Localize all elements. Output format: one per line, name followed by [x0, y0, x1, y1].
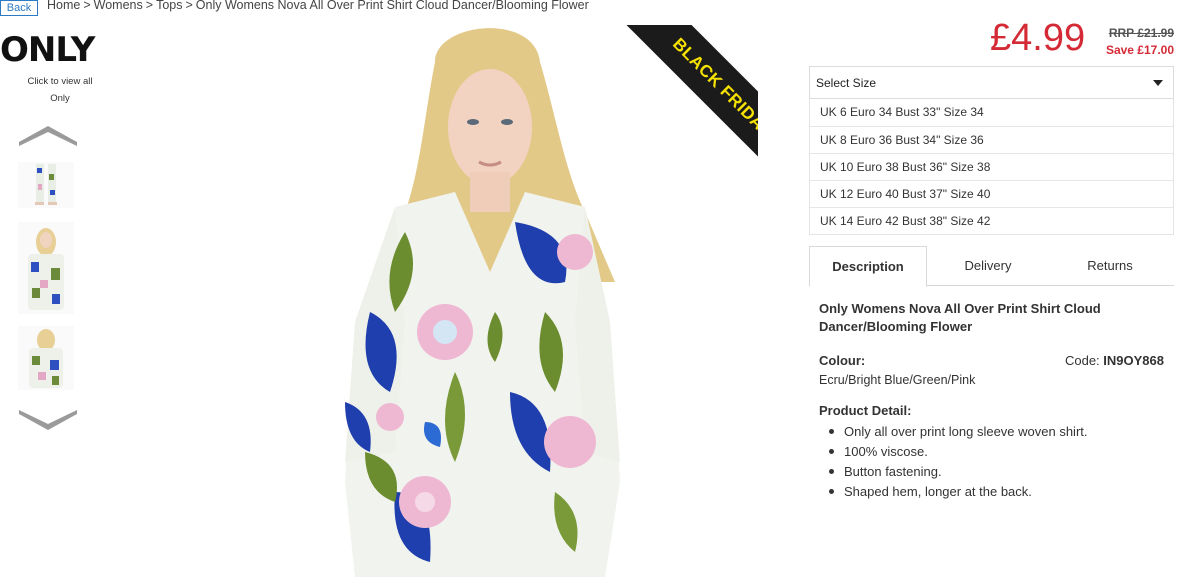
tab-delivery[interactable]: Delivery: [927, 246, 1049, 286]
list-item: Shaped hem, longer at the back.: [827, 482, 1088, 502]
thumbnail-up-arrow-icon[interactable]: [19, 124, 77, 146]
tab-description[interactable]: Description: [809, 246, 927, 287]
breadcrumb-womens[interactable]: Womens: [94, 0, 143, 12]
size-select-label: Select Size: [816, 76, 877, 90]
brand-caption[interactable]: Click to view all Only: [0, 73, 120, 107]
black-friday-ribbon: BLACK FRIDAY: [624, 25, 758, 181]
rrp-price: RRP £21.99: [1108, 26, 1174, 40]
thumbnail-3[interactable]: [18, 326, 74, 390]
product-code-label: Code:: [1064, 353, 1100, 368]
size-option-uk8[interactable]: UK 8 Euro 36 Bust 34" Size 36: [810, 126, 1173, 153]
breadcrumb-separator: >: [145, 0, 154, 12]
product-detail-label: Product Detail:: [819, 403, 912, 418]
colour-value: Ecru/Bright Blue/Green/Pink: [819, 373, 976, 387]
save-amount: Save £17.00: [1105, 43, 1174, 57]
breadcrumb-tops[interactable]: Tops: [156, 0, 182, 12]
breadcrumb-separator: >: [83, 0, 91, 12]
size-select[interactable]: Select Size: [809, 66, 1174, 99]
breadcrumb-current: Only Womens Nova All Over Print Shirt Cl…: [195, 0, 589, 12]
tab-returns[interactable]: Returns: [1049, 246, 1171, 286]
product-code-value: IN9OY868: [1103, 353, 1164, 368]
list-item: Button fastening.: [827, 462, 1088, 482]
product-code: Code: IN9OY868: [1065, 353, 1164, 368]
breadcrumb: Home > Womens > Tops > Only Womens Nova All Ov…: [47, 0, 589, 12]
product-title: Only Womens Nova All Over Print Shirt Cl…: [819, 301, 1101, 334]
product-info-tabs: Description Delivery Returns: [809, 246, 1174, 287]
product-price: £4.99: [990, 17, 1086, 59]
list-item: 100% viscose.: [827, 442, 1088, 462]
list-item: Only all over print long sleeve woven sh…: [827, 422, 1088, 442]
breadcrumb-home[interactable]: Home: [47, 0, 80, 12]
brand-caption-line2: Only: [50, 93, 70, 104]
product-detail-list: Only all over print long sleeve woven sh…: [827, 422, 1088, 502]
chevron-down-icon: [1153, 80, 1163, 86]
thumbnail-down-arrow-icon[interactable]: [19, 410, 77, 432]
thumbnail-1[interactable]: [18, 162, 74, 208]
size-option-uk14[interactable]: UK 14 Euro 42 Bust 38" Size 42: [810, 207, 1173, 234]
brand-caption-line1: Click to view all: [27, 76, 93, 87]
breadcrumb-separator: >: [185, 0, 193, 12]
black-friday-badge: BLACK FRIDAY: [602, 25, 758, 181]
colour-label: Colour:: [819, 353, 866, 368]
brand-logo[interactable]: ONLY: [0, 30, 120, 70]
size-option-uk12[interactable]: UK 12 Euro 40 Bust 37" Size 40: [810, 180, 1173, 207]
size-options-list: UK 6 Euro 34 Bust 33" Size 34 UK 8 Euro …: [809, 99, 1174, 235]
size-option-uk10[interactable]: UK 10 Euro 38 Bust 36" Size 38: [810, 153, 1173, 180]
back-button[interactable]: Back: [0, 0, 38, 16]
thumbnail-2[interactable]: [18, 222, 74, 314]
size-option-uk6[interactable]: UK 6 Euro 34 Bust 33" Size 34: [810, 99, 1173, 126]
